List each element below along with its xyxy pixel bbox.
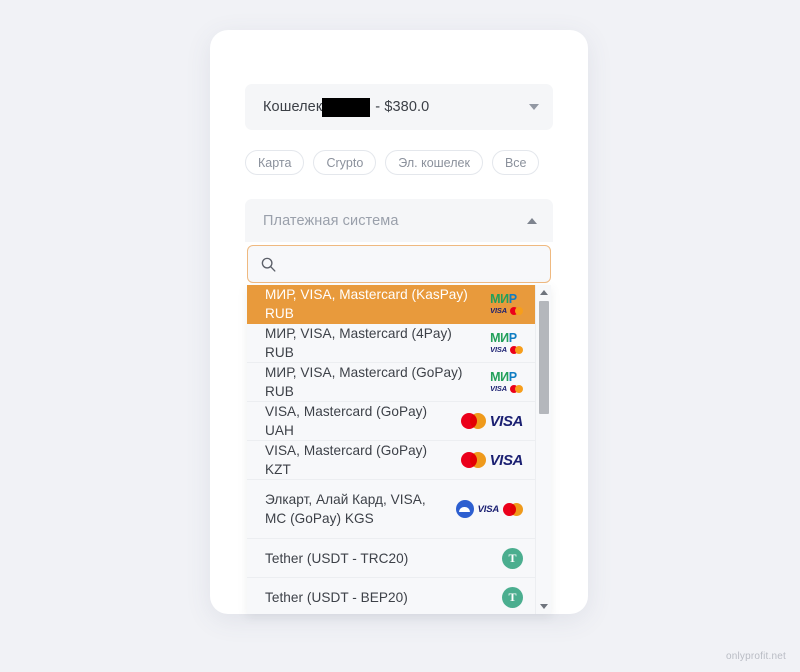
mir-logo-icon: МИР VISA bbox=[490, 293, 523, 315]
mastercard-logo-icon bbox=[510, 345, 523, 354]
visa-logo-icon: VISA bbox=[489, 412, 524, 430]
option-label: Элкарт, Алай Кард, VISA, MC (GoPay) KGS bbox=[265, 492, 426, 526]
option-logos: МИР VISA bbox=[482, 332, 523, 354]
mir-logo-icon: МИР VISA bbox=[490, 371, 523, 393]
elcart-logo-icon bbox=[455, 500, 474, 518]
option-label: VISA, Mastercard (GoPay) UAH bbox=[265, 404, 428, 438]
option-label: МИР, VISA, Mastercard (4Pay) RUB bbox=[265, 326, 452, 360]
search-input[interactable] bbox=[286, 246, 550, 282]
option-logos: МИР VISA bbox=[482, 371, 523, 393]
option-label: МИР, VISA, Mastercard (KasPay) RUB bbox=[265, 287, 468, 321]
list-item[interactable]: МИР, VISA, Mastercard (GoPay) RUB МИР VI… bbox=[247, 363, 535, 402]
scroll-down-arrow-icon[interactable] bbox=[540, 604, 548, 609]
visa-logo-icon: VISA bbox=[490, 384, 507, 394]
payment-system-dropdown[interactable]: МИР, VISA, Mastercard (KasPay) RUB МИР V… bbox=[247, 285, 551, 614]
list-item[interactable]: Элкарт, Алай Кард, VISA, MC (GoPay) KGS … bbox=[247, 480, 535, 539]
visa-logo-icon: VISA bbox=[490, 306, 507, 316]
scrollbar-thumb[interactable] bbox=[539, 301, 549, 414]
filter-chip-label: Карта bbox=[258, 155, 292, 170]
option-logos: VISA bbox=[453, 452, 523, 469]
visa-logo-icon: VISA bbox=[477, 503, 500, 515]
list-item[interactable]: Tether (USDT - TRC20) T bbox=[247, 539, 535, 578]
chevron-up-icon[interactable] bbox=[527, 217, 537, 224]
mastercard-logo-icon bbox=[503, 502, 523, 516]
wallet-redaction-bar bbox=[322, 97, 371, 117]
list-item[interactable]: МИР, VISA, Mastercard (KasPay) RUB МИР V… bbox=[247, 285, 535, 324]
option-logos: МИР VISA bbox=[482, 293, 523, 315]
filter-chip-karta[interactable]: Карта bbox=[245, 150, 305, 175]
search-icon bbox=[261, 257, 276, 272]
mastercard-logo-icon bbox=[460, 413, 486, 429]
mastercard-logo-icon bbox=[510, 306, 523, 315]
option-label: Tether (USDT - TRC20) bbox=[265, 550, 409, 566]
option-logos: VISA bbox=[453, 413, 523, 430]
tether-logo-icon: T bbox=[502, 547, 523, 569]
tether-logo-icon: T bbox=[502, 586, 523, 608]
filter-chip-label: Эл. кошелек bbox=[398, 155, 470, 170]
wallet-label-suffix: - $380.0 bbox=[375, 99, 430, 115]
payment-system-select[interactable]: Платежная система bbox=[245, 199, 553, 242]
filter-chip-crypto[interactable]: Crypto bbox=[313, 150, 377, 175]
option-logos: VISA bbox=[448, 500, 523, 518]
option-label: Tether (USDT - BEP20) bbox=[265, 589, 408, 605]
payment-system-option-list: МИР, VISA, Mastercard (KasPay) RUB МИР V… bbox=[247, 285, 535, 614]
payment-system-search[interactable] bbox=[247, 245, 551, 283]
filter-chip-label: Crypto bbox=[326, 155, 364, 170]
watermark: onlyprofit.net bbox=[725, 651, 786, 662]
list-item[interactable]: Tether (USDT - BEP20) T bbox=[247, 578, 535, 614]
list-item[interactable]: VISA, Mastercard (GoPay) KZT VISA bbox=[247, 441, 535, 480]
wallet-label-prefix: Кошелек bbox=[263, 99, 323, 115]
chevron-down-icon[interactable] bbox=[529, 104, 539, 110]
wallet-select[interactable]: Кошелек - $380.0 bbox=[245, 84, 553, 130]
mastercard-logo-icon bbox=[460, 452, 486, 468]
list-item[interactable]: VISA, Mastercard (GoPay) UAH VISA bbox=[247, 402, 535, 441]
option-logos: T bbox=[494, 547, 523, 569]
visa-logo-icon: VISA bbox=[489, 451, 524, 469]
option-label: VISA, Mastercard (GoPay) KZT bbox=[265, 443, 428, 477]
list-item[interactable]: МИР, VISA, Mastercard (4Pay) RUB МИР VIS… bbox=[247, 324, 535, 363]
wallet-select-value: Кошелек - $380.0 bbox=[263, 97, 430, 117]
filter-chip-label: Все bbox=[504, 155, 527, 170]
filter-chip-all[interactable]: Все bbox=[491, 150, 540, 175]
mastercard-logo-icon bbox=[510, 384, 523, 393]
visa-logo-icon: VISA bbox=[490, 345, 507, 355]
filter-chip-group: Карта Crypto Эл. кошелек Все bbox=[245, 150, 540, 175]
option-logos: T bbox=[494, 586, 523, 608]
mir-logo-icon: МИР VISA bbox=[490, 332, 523, 354]
scroll-up-arrow-icon[interactable] bbox=[540, 290, 548, 295]
payment-system-placeholder: Платежная система bbox=[263, 212, 399, 229]
dropdown-scrollbar[interactable] bbox=[535, 285, 551, 614]
filter-chip-ewallet[interactable]: Эл. кошелек bbox=[385, 150, 483, 175]
option-label: МИР, VISA, Mastercard (GoPay) RUB bbox=[265, 365, 463, 399]
